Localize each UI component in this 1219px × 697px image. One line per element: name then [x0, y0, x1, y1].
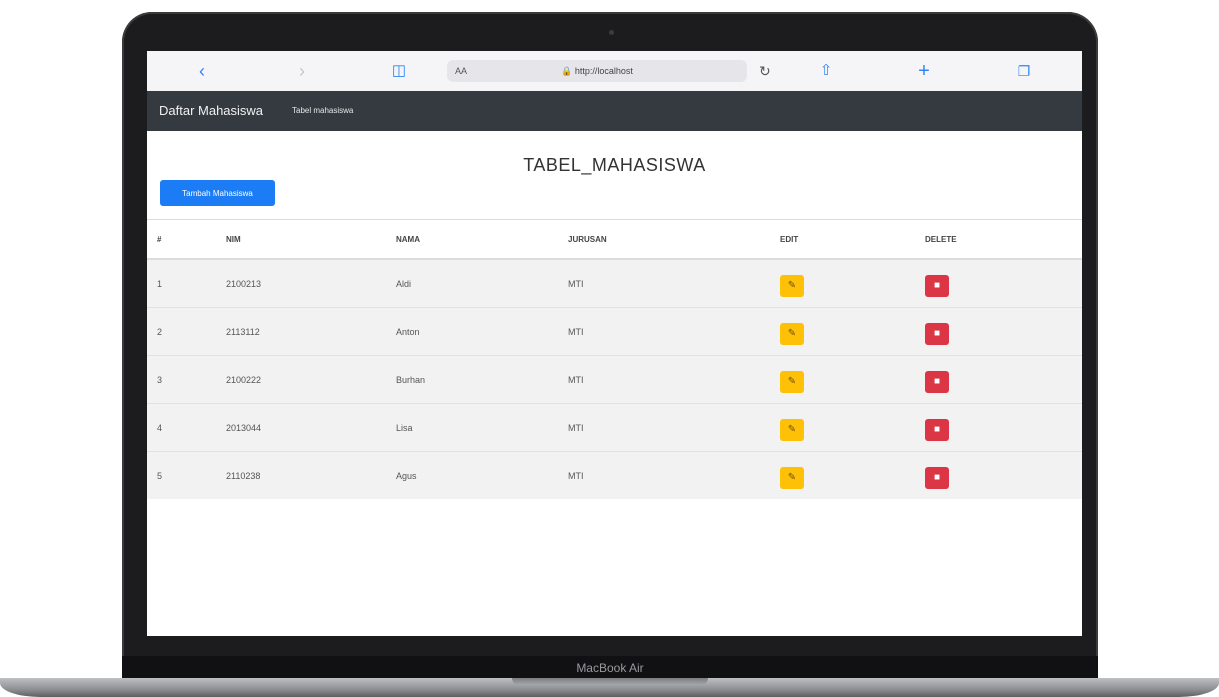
edit-icon[interactable]: ✎ [780, 370, 804, 393]
url-text: http://localhost [574, 66, 633, 76]
header-no: # [147, 219, 225, 260]
cell-delete: ■ [924, 307, 1082, 356]
cell-nama: Aldi [395, 258, 567, 308]
cell-nim: 2113112 [225, 307, 395, 356]
share-icon[interactable]: ⇧ [811, 51, 841, 91]
cell-jurusan: MTI [567, 403, 779, 452]
cell-nama: Burhan [395, 355, 567, 404]
browser-screen: ‹ › ◫ AA 🔒 http://localhost ↻ ⇧ + ❐ Daft… [147, 51, 1082, 636]
table-header-row: # NIM NAMA JURUSAN EDIT DELETE [147, 219, 1082, 260]
address-url: 🔒 http://localhost [447, 60, 747, 82]
cell-delete: ■ [924, 355, 1082, 404]
address-bar[interactable]: AA 🔒 http://localhost [447, 60, 747, 82]
laptop-base-notch [512, 678, 708, 685]
navbar: Daftar Mahasiswa Tabel mahasiswa [147, 91, 1082, 131]
table-row: 1 2100213 Aldi MTI ✎ ■ [147, 258, 1082, 308]
edit-icon[interactable]: ✎ [780, 418, 804, 441]
trash-icon[interactable]: ■ [925, 274, 949, 297]
table-row: 2 2113112 Anton MTI ✎ ■ [147, 307, 1082, 356]
cell-delete: ■ [924, 258, 1082, 308]
cell-edit: ✎ [779, 307, 924, 356]
header-delete: DELETE [924, 219, 1082, 260]
cell-nim: 2013044 [225, 403, 395, 452]
reload-icon[interactable]: ↻ [759, 51, 771, 91]
cell-no: 3 [147, 355, 225, 404]
cell-nama: Anton [395, 307, 567, 356]
cell-jurusan: MTI [567, 451, 779, 499]
nav-link-tabel-mahasiswa[interactable]: Tabel mahasiswa [292, 91, 353, 131]
cell-nim: 2100222 [225, 355, 395, 404]
cell-delete: ■ [924, 403, 1082, 452]
edit-icon[interactable]: ✎ [780, 274, 804, 297]
table-row: 5 2110238 Agus MTI ✎ ■ [147, 451, 1082, 499]
table-row: 3 2100222 Burhan MTI ✎ ■ [147, 355, 1082, 404]
edit-icon[interactable]: ✎ [780, 466, 804, 489]
cell-edit: ✎ [779, 403, 924, 452]
tabs-icon[interactable]: ❐ [1009, 51, 1039, 91]
header-nama: NAMA [395, 219, 567, 260]
cell-nim: 2100213 [225, 258, 395, 308]
cell-jurusan: MTI [567, 355, 779, 404]
cell-jurusan: MTI [567, 307, 779, 356]
table-row: 4 2013044 Lisa MTI ✎ ■ [147, 403, 1082, 452]
students-table: # NIM NAMA JURUSAN EDIT DELETE 1 2100213… [147, 219, 1082, 499]
page-title: TABEL_MAHASISWA [523, 155, 706, 175]
back-chevron-icon[interactable]: ‹ [187, 51, 217, 91]
laptop-chin: MacBook Air [122, 656, 1098, 680]
cell-delete: ■ [924, 451, 1082, 499]
header-nim: NIM [225, 219, 395, 260]
browser-toolbar: ‹ › ◫ AA 🔒 http://localhost ↻ ⇧ + ❐ [147, 51, 1082, 92]
camera-icon [609, 30, 614, 35]
new-tab-plus-icon[interactable]: + [909, 51, 939, 91]
cell-no: 2 [147, 307, 225, 356]
header-edit: EDIT [779, 219, 924, 260]
cell-nim: 2110238 [225, 451, 395, 499]
trash-icon[interactable]: ■ [925, 370, 949, 393]
add-student-button[interactable]: Tambah Mahasiswa [160, 180, 275, 206]
lock-icon: 🔒 [561, 66, 573, 76]
cell-edit: ✎ [779, 355, 924, 404]
cell-jurusan: MTI [567, 258, 779, 308]
trash-icon[interactable]: ■ [925, 322, 949, 345]
cell-no: 4 [147, 403, 225, 452]
edit-icon[interactable]: ✎ [780, 322, 804, 345]
header-jurusan: JURUSAN [567, 219, 779, 260]
cell-no: 1 [147, 258, 225, 308]
cell-edit: ✎ [779, 451, 924, 499]
bookmarks-book-icon[interactable]: ◫ [384, 51, 414, 91]
cell-nama: Agus [395, 451, 567, 499]
cell-nama: Lisa [395, 403, 567, 452]
device-label: MacBook Air [576, 661, 644, 675]
cell-edit: ✎ [779, 258, 924, 308]
trash-icon[interactable]: ■ [925, 466, 949, 489]
forward-chevron-icon[interactable]: › [287, 51, 317, 91]
trash-icon[interactable]: ■ [925, 418, 949, 441]
cell-no: 5 [147, 451, 225, 499]
navbar-brand[interactable]: Daftar Mahasiswa [159, 91, 263, 131]
